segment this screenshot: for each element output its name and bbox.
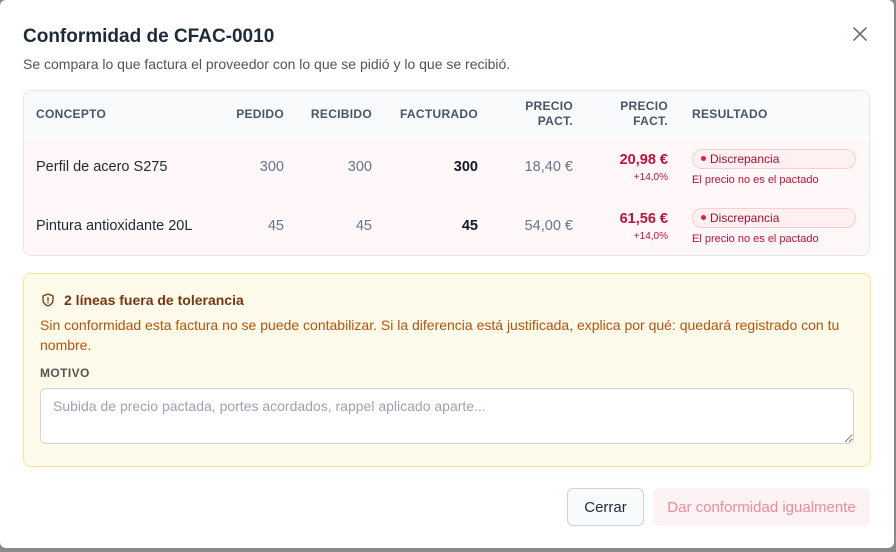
header-precio-pact-line2: PACT.	[537, 114, 573, 128]
cell-precio-fact: 20,98 €	[619, 152, 668, 168]
header-precio-pact-line1: PRECIO	[525, 99, 573, 113]
header-recibido: RECIBIDO	[310, 107, 372, 121]
header-pedido: PEDIDO	[236, 107, 284, 121]
motivo-input[interactable]	[40, 388, 854, 444]
price-delta: +14,0%	[633, 172, 668, 183]
close-button[interactable]: Cerrar	[567, 488, 644, 526]
status-dot-icon	[701, 156, 706, 162]
cell-precio-fact: 61,56 €	[619, 211, 668, 227]
shield-alert-icon	[41, 293, 55, 307]
result-reason: El precio no es el pactado	[692, 174, 819, 186]
cell-facturado: 45	[461, 218, 478, 234]
dialog-title: Conformidad de CFAC-0010	[23, 26, 275, 47]
header-concepto: CONCEPTO	[36, 107, 107, 121]
warning-text: Sin conformidad esta factura no se puede…	[40, 317, 840, 353]
header-facturado: FACTURADO	[399, 107, 478, 121]
cell-concepto: Perfil de acero S275	[36, 159, 168, 175]
status-dot-icon	[701, 215, 706, 221]
tolerance-warning: 2 líneas fuera de tolerancia Sin conform…	[23, 273, 871, 467]
close-icon[interactable]	[850, 24, 870, 44]
status-badge-label: Discrepancia	[710, 152, 780, 166]
cell-precio-pact: 18,40 €	[524, 159, 573, 175]
conformity-dialog: Conformidad de CFAC-0010 Se compara lo q…	[0, 0, 894, 548]
status-badge: Discrepancia	[692, 208, 856, 228]
confirm-anyway-button[interactable]: Dar conformidad igualmente	[653, 488, 870, 526]
motivo-label: MOTIVO	[40, 366, 90, 380]
cell-concepto: Pintura antioxidante 20L	[36, 218, 193, 234]
dialog-subtitle: Se compara lo que factura el proveedor c…	[23, 56, 511, 72]
table-header: CONCEPTO PEDIDO RECIBIDO FACTURADO PRECI…	[24, 91, 869, 137]
table-row: Perfil de acero S275 300 300 300 18,40 €…	[24, 139, 869, 197]
header-precio-fact-line1: PRECIO	[620, 99, 668, 113]
header-resultado: RESULTADO	[692, 107, 768, 121]
cell-recibido: 45	[355, 218, 372, 234]
cell-recibido: 300	[347, 159, 372, 175]
price-delta: +14,0%	[633, 231, 668, 242]
header-precio-fact-line2: FACT.	[633, 114, 668, 128]
cell-precio-pact: 54,00 €	[524, 218, 573, 234]
warning-title: 2 líneas fuera de tolerancia	[64, 292, 244, 308]
header-precio-fact: PRECIO FACT.	[598, 99, 668, 129]
result-reason: El precio no es el pactado	[692, 233, 819, 245]
cell-pedido: 45	[267, 218, 284, 234]
cell-pedido: 300	[259, 159, 284, 175]
cell-facturado: 300	[453, 159, 478, 175]
header-precio-pact: PRECIO PACT.	[504, 99, 573, 129]
status-badge: Discrepancia	[692, 149, 856, 169]
conformity-table: CONCEPTO PEDIDO RECIBIDO FACTURADO PRECI…	[23, 90, 870, 256]
table-row: Pintura antioxidante 20L 45 45 45 54,00 …	[24, 198, 869, 255]
status-badge-label: Discrepancia	[710, 211, 780, 225]
